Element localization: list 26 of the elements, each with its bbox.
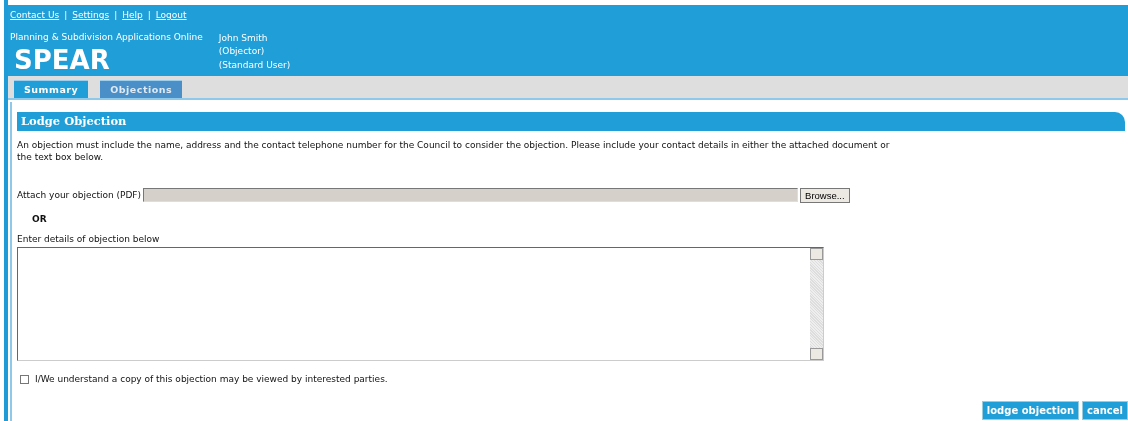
tab[interactable]: Objections <box>100 79 183 98</box>
link-separator: | <box>114 10 118 20</box>
file-field[interactable] <box>143 188 799 203</box>
link-separator: | <box>147 10 151 20</box>
user-role: (Objector) <box>218 45 266 58</box>
link-separator: | <box>64 10 68 20</box>
app-name: SPEAR <box>14 47 111 73</box>
scrollbar[interactable] <box>810 247 823 360</box>
cancel-button[interactable]: cancel <box>1082 401 1128 420</box>
consent-label: I/We understand a copy of this objection may be viewed by interested parties. <box>35 372 388 386</box>
header-link[interactable]: Settings <box>72 10 110 20</box>
header-link[interactable]: Contact Us <box>10 10 60 20</box>
details-label: Enter details of objection below <box>17 234 160 245</box>
user-name: John Smith <box>218 31 269 45</box>
consent-checkbox[interactable] <box>20 375 29 384</box>
header-link[interactable]: Help <box>122 10 143 20</box>
lodge-button[interactable]: lodge objection <box>981 401 1080 420</box>
instructions-text: An objection must include the name, address and the contact telephone number for the Council to consider the objection. Please include your contact details in either the attached document or the text box below. <box>17 140 891 163</box>
user-type: (Standard User) <box>218 58 291 72</box>
tab[interactable]: Summary <box>14 79 89 98</box>
or-label: OR <box>32 213 47 224</box>
header-link[interactable]: Logout <box>155 10 187 20</box>
browse-button[interactable]: Browse... <box>800 187 850 203</box>
section-title: Lodge Objection <box>17 112 1125 132</box>
attach-label: Attach your objection (PDF) <box>17 188 142 202</box>
app-subtitle: Planning & Subdivision Applications Online <box>10 30 203 44</box>
